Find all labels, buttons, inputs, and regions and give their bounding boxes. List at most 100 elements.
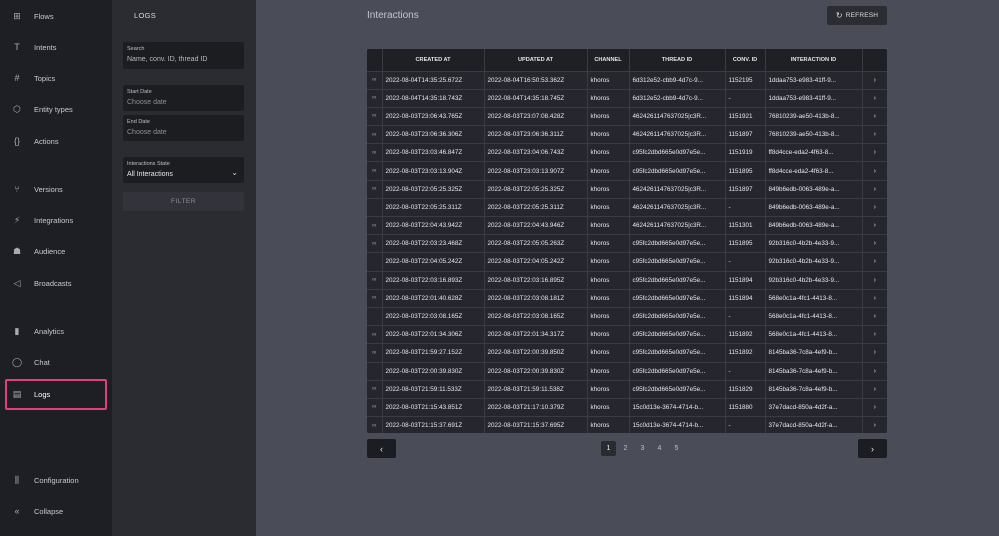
channel-cell: khoros xyxy=(587,88,630,108)
nav-item-intents[interactable]: T Intents xyxy=(0,32,112,62)
table-row[interactable]: ∞ 2022-08-03T23:03:46.847Z 2022-08-03T23:0… xyxy=(367,143,887,162)
table-row[interactable]: ∞ 2022-08-03T22:03:23.468Z 2022-08-03T22:0… xyxy=(367,234,887,253)
chevron-right-icon[interactable]: › xyxy=(862,288,887,308)
nav-item-label: Broadcasts xyxy=(34,278,72,288)
chevron-right-icon[interactable]: › xyxy=(862,397,887,417)
table-row[interactable]: ∞ 2022-08-03T21:15:37.691Z 2022-08-03T21:1… xyxy=(367,416,887,433)
interaction-id-cell: 849b6edb-0063-489e-a... xyxy=(765,215,863,235)
start-date-field[interactable]: Start Date Choose date xyxy=(123,85,244,111)
refresh-button[interactable]: ↻ REFRESH xyxy=(827,6,887,25)
next-page-button[interactable]: › xyxy=(858,439,887,458)
created-at-cell: 2022-08-03T22:00:39.830Z xyxy=(382,361,485,381)
nav-item-label: Versions xyxy=(34,184,63,194)
search-input[interactable]: Search Name, conv. ID, thread ID xyxy=(123,42,244,69)
nav-item-chat[interactable]: ◯ Chat xyxy=(0,347,112,377)
chevron-right-icon[interactable]: › xyxy=(862,325,887,344)
column-header: UPDATED AT xyxy=(484,49,588,71)
conv-id-cell: - xyxy=(725,88,766,108)
thread-id-cell: c95fc2dbd665e0d97e5e... xyxy=(629,288,726,308)
page-button-4[interactable]: 4 xyxy=(652,441,667,456)
updated-at-cell: 2022-08-03T21:17:10.379Z xyxy=(484,397,588,417)
table-row[interactable]: ∞ 2022-08-04T14:35:18.743Z 2022-08-04T14:3… xyxy=(367,88,887,108)
nav-item-topics[interactable]: # Topics xyxy=(0,63,112,93)
table-row[interactable]: ∞ 2022-08-03T22:01:34.306Z 2022-08-03T22:0… xyxy=(367,325,887,344)
table-row[interactable]: ∞ 2022-08-03T22:03:16.893Z 2022-08-03T22:0… xyxy=(367,270,887,290)
previous-page-button[interactable]: ‹ xyxy=(367,439,396,458)
table-row[interactable]: 2022-08-03T22:04:05.242Z 2022-08-03T22:04… xyxy=(367,252,887,272)
nav-item-configuration[interactable]: ⫼ Configuration xyxy=(0,465,112,495)
table-header-row: CREATED AT UPDATED AT CHANNEL THREAD ID CONV… xyxy=(367,49,887,71)
end-date-placeholder: Choose date xyxy=(127,129,167,136)
updated-at-cell: 2022-08-03T22:05:25.325Z xyxy=(484,179,588,199)
thread-id-cell: 4624261147637025|c3R... xyxy=(629,179,726,199)
table-row[interactable]: ∞ 2022-08-04T14:35:25.672Z 2022-08-04T16:5… xyxy=(367,70,887,90)
table-row[interactable]: ∞ 2022-08-03T23:06:36.306Z 2022-08-03T23:0… xyxy=(367,125,887,144)
nav-item-flows[interactable]: ⊞ Flows xyxy=(0,1,112,31)
thread-id-cell: 6d312e52-cbb9-4d7c-9... xyxy=(629,70,726,90)
page-button-1[interactable]: 1 xyxy=(601,441,616,456)
chevron-right-icon[interactable]: › xyxy=(862,143,887,162)
nav-item-label: Entity types xyxy=(34,104,73,114)
chevron-right-icon[interactable]: › xyxy=(862,215,887,235)
table-row[interactable]: ∞ 2022-08-03T22:04:43.942Z 2022-08-03T22:0… xyxy=(367,215,887,235)
nav-item-label: Topics xyxy=(34,73,56,83)
nav-item-versions[interactable]: ⑂ Versions xyxy=(0,174,112,204)
chevron-right-icon[interactable]: › xyxy=(862,106,887,126)
chevron-right-icon[interactable]: › xyxy=(862,234,887,253)
filter-button[interactable]: FILTER xyxy=(123,192,244,211)
conv-id-cell: 1151829 xyxy=(725,379,766,399)
created-at-cell: 2022-08-03T23:03:13.904Z xyxy=(382,161,485,181)
chevron-right-icon[interactable]: › xyxy=(862,161,887,181)
chevron-right-icon[interactable]: › xyxy=(862,306,887,326)
table-row[interactable]: ∞ 2022-08-03T21:59:27.152Z 2022-08-03T22:0… xyxy=(367,343,887,362)
table-row[interactable]: ∞ 2022-08-03T23:06:43.765Z 2022-08-03T23:0… xyxy=(367,106,887,126)
chevron-right-icon[interactable]: › xyxy=(862,379,887,399)
channel-cell: khoros xyxy=(587,197,630,217)
interaction-id-cell: 849b6edb-0063-489e-a... xyxy=(765,197,863,217)
table-row[interactable]: 2022-08-03T22:00:39.830Z 2022-08-03T22:00… xyxy=(367,361,887,381)
table-row[interactable]: ∞ 2022-08-03T21:59:11.533Z 2022-08-03T21:5… xyxy=(367,379,887,399)
chevron-right-icon[interactable]: › xyxy=(862,343,887,362)
chevron-right-icon[interactable]: › xyxy=(862,361,887,381)
page-button-2[interactable]: 2 xyxy=(618,441,633,456)
chevron-right-icon[interactable]: › xyxy=(862,70,887,90)
chevron-right-icon[interactable]: › xyxy=(862,197,887,217)
chevron-right-icon[interactable]: › xyxy=(862,125,887,144)
chevron-right-icon[interactable]: › xyxy=(862,88,887,108)
link-icon: ∞ xyxy=(367,215,383,235)
nav-item-analytics[interactable]: ▮ Analytics xyxy=(0,316,112,346)
chevron-right-icon[interactable]: › xyxy=(862,270,887,290)
chevron-right-icon[interactable]: › xyxy=(862,252,887,272)
interactions-state-select[interactable]: Interactions State All Interactions ⌄ xyxy=(123,157,244,183)
column-header: CHANNEL xyxy=(587,49,630,71)
nav-item-integrations[interactable]: ⚡ Integrations xyxy=(0,205,112,235)
created-at-cell: 2022-08-03T22:05:25.311Z xyxy=(382,197,485,217)
updated-at-cell: 2022-08-03T22:04:43.946Z xyxy=(484,215,588,235)
table-row[interactable]: ∞ 2022-08-03T22:05:25.325Z 2022-08-03T22:0… xyxy=(367,179,887,199)
table-row[interactable]: ∞ 2022-08-03T21:15:43.851Z 2022-08-03T21:1… xyxy=(367,397,887,417)
table-row[interactable]: ∞ 2022-08-03T23:03:13.904Z 2022-08-03T23:0… xyxy=(367,161,887,181)
interaction-id-cell: 37e7dacd-850a-4d2f-a... xyxy=(765,397,863,417)
nav-item-entity-types[interactable]: ⬡ Entity types xyxy=(0,94,112,124)
chevron-right-icon[interactable]: › xyxy=(862,179,887,199)
nav-item-broadcasts[interactable]: ◁ Broadcasts xyxy=(0,268,112,298)
nav-item-actions[interactable]: {} Actions xyxy=(0,126,112,156)
end-date-field[interactable]: End Date Choose date xyxy=(123,115,244,141)
conv-id-cell: 1151894 xyxy=(725,288,766,308)
page-button-5[interactable]: 5 xyxy=(669,441,684,456)
updated-at-cell: 2022-08-03T23:04:06.743Z xyxy=(484,143,588,162)
table-row[interactable]: ∞ 2022-08-03T22:01:40.628Z 2022-08-03T22:0… xyxy=(367,288,887,308)
panel-title: LOGS xyxy=(134,11,157,20)
chevron-right-icon[interactable]: › xyxy=(862,416,887,433)
table-row[interactable]: 2022-08-03T22:03:08.165Z 2022-08-03T22:03… xyxy=(367,306,887,326)
nav-item-audience[interactable]: ☗ Audience xyxy=(0,236,112,266)
conv-id-cell: 1151897 xyxy=(725,179,766,199)
table-row[interactable]: 2022-08-03T22:05:25.311Z 2022-08-03T22:05… xyxy=(367,197,887,217)
nav-item-label: Analytics xyxy=(34,326,65,336)
page-button-3[interactable]: 3 xyxy=(635,441,650,456)
nav-item-collapse[interactable]: « Collapse xyxy=(0,496,112,526)
thread-id-cell: c95fc2dbd665e0d97e5e... xyxy=(629,234,726,253)
page-title: Interactions xyxy=(367,10,419,21)
thread-id-cell: c95fc2dbd665e0d97e5e... xyxy=(629,252,726,272)
double-chevron-left-icon: « xyxy=(14,506,20,516)
